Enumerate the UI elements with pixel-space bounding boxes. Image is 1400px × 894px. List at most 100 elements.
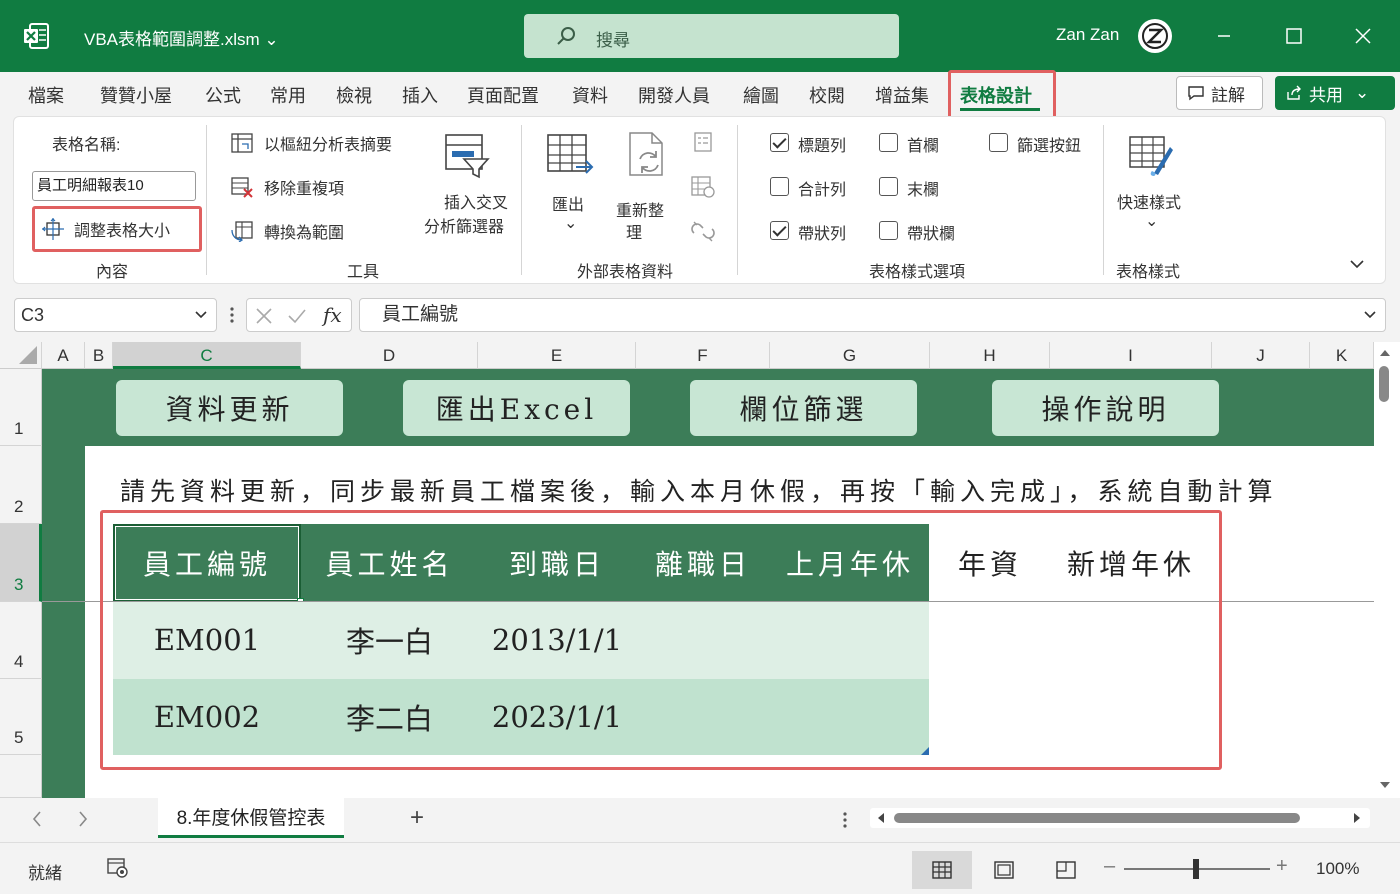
- file-name-dropdown[interactable]: VBA表格範圍調整.xlsm ⌄: [84, 25, 279, 50]
- page-layout-view-button[interactable]: [974, 851, 1034, 889]
- refresh-label-2[interactable]: 理: [626, 219, 642, 243]
- vertical-scroll-thumb[interactable]: [1379, 366, 1389, 402]
- search-input[interactable]: 搜尋: [524, 14, 899, 58]
- open-in-browser-icon[interactable]: [690, 175, 716, 199]
- formula-input[interactable]: 員工編號: [359, 298, 1386, 332]
- instructions-button[interactable]: 操作說明: [992, 380, 1219, 436]
- insert-slicer-label-1[interactable]: 插入交叉: [444, 189, 508, 213]
- export-label[interactable]: 匯出: [552, 191, 584, 215]
- expand-formula-icon[interactable]: [1363, 310, 1377, 320]
- avatar[interactable]: [1138, 19, 1172, 53]
- total-row-checkbox[interactable]: [770, 177, 789, 196]
- enter-icon[interactable]: [287, 307, 307, 325]
- column-header-a[interactable]: A: [42, 342, 85, 369]
- resize-table-button[interactable]: 調整表格大小: [42, 217, 170, 241]
- insert-function-icon[interactable]: fx: [323, 303, 342, 327]
- tab-home[interactable]: 常用: [270, 82, 306, 108]
- page-break-view-button[interactable]: [1036, 851, 1096, 889]
- worksheet-grid[interactable]: A B C D E F G H I J K 1 2 3 4 5 資料更新 匯出E…: [0, 342, 1400, 798]
- banded-columns-checkbox[interactable]: [879, 221, 898, 240]
- expand-ribbon-icon[interactable]: [1348, 257, 1366, 271]
- tab-insert[interactable]: 插入: [402, 82, 438, 108]
- column-header-j[interactable]: J: [1212, 342, 1310, 369]
- row-header-6[interactable]: [0, 755, 42, 798]
- column-header-c[interactable]: C: [113, 342, 301, 369]
- last-column-checkbox[interactable]: [879, 177, 898, 196]
- zoom-out-icon[interactable]: –: [1104, 855, 1115, 878]
- column-header-g[interactable]: G: [770, 342, 930, 369]
- vertical-scrollbar[interactable]: [1374, 342, 1394, 798]
- row-header-3[interactable]: 3: [0, 524, 42, 602]
- column-header-d[interactable]: D: [301, 342, 478, 369]
- row-header-2[interactable]: 2: [0, 446, 42, 524]
- banded-rows-checkbox[interactable]: [770, 221, 789, 240]
- column-header-i[interactable]: I: [1050, 342, 1212, 369]
- maximize-icon[interactable]: [1280, 22, 1308, 50]
- refresh-label-1[interactable]: 重新整: [616, 197, 664, 221]
- chevron-right-icon[interactable]: [76, 810, 90, 828]
- select-all-corner[interactable]: [0, 342, 42, 369]
- more-options-icon[interactable]: [229, 306, 235, 324]
- tab-view[interactable]: 檢視: [336, 82, 372, 108]
- row-header-1[interactable]: 1: [0, 369, 42, 446]
- scroll-up-icon[interactable]: [1378, 348, 1392, 358]
- remove-duplicates-button[interactable]: 移除重複項: [230, 175, 344, 199]
- more-options-icon[interactable]: [842, 811, 848, 829]
- refresh-data-button[interactable]: 資料更新: [116, 380, 343, 436]
- share-button[interactable]: 共用 ⌄: [1275, 76, 1395, 110]
- quick-styles-icon[interactable]: [1128, 133, 1174, 179]
- zoom-in-icon[interactable]: +: [1276, 855, 1288, 878]
- comments-button[interactable]: 註解: [1176, 76, 1263, 110]
- tab-data[interactable]: 資料: [572, 82, 608, 108]
- column-header-b[interactable]: B: [85, 342, 113, 369]
- header-row-checkbox[interactable]: [770, 133, 789, 152]
- row-header-5[interactable]: 5: [0, 679, 42, 755]
- tab-review[interactable]: 校閱: [809, 82, 845, 108]
- insert-slicer-icon[interactable]: [442, 131, 490, 179]
- row-header-4[interactable]: 4: [0, 602, 42, 679]
- column-header-k[interactable]: K: [1310, 342, 1374, 369]
- sheet-tab-active[interactable]: 8.年度休假管控表: [158, 798, 344, 838]
- properties-icon[interactable]: [692, 131, 714, 153]
- chevron-left-icon[interactable]: [30, 810, 44, 828]
- refresh-icon[interactable]: [626, 131, 670, 179]
- zoom-slider-thumb[interactable]: [1193, 859, 1199, 879]
- tab-add-ins[interactable]: 增益集: [875, 82, 929, 108]
- scroll-left-icon[interactable]: [876, 812, 886, 824]
- accessibility-icon[interactable]: [106, 857, 130, 879]
- column-header-e[interactable]: E: [478, 342, 636, 369]
- column-header-h[interactable]: H: [930, 342, 1050, 369]
- unlink-icon[interactable]: [690, 219, 716, 243]
- minimize-icon[interactable]: [1210, 22, 1238, 50]
- chevron-down-icon[interactable]: ⌄: [564, 213, 577, 233]
- first-column-checkbox[interactable]: [879, 133, 898, 152]
- convert-to-range-button[interactable]: 轉換為範圍: [230, 219, 344, 243]
- tab-developer[interactable]: 開發人員: [638, 82, 710, 108]
- add-sheet-button[interactable]: +: [410, 804, 424, 832]
- scroll-right-icon[interactable]: [1352, 812, 1362, 824]
- summarize-pivot-button[interactable]: 以樞紐分析表摘要: [230, 131, 392, 155]
- normal-view-button[interactable]: [912, 851, 972, 889]
- close-icon[interactable]: [1349, 22, 1377, 50]
- export-icon[interactable]: [546, 131, 594, 179]
- name-box[interactable]: C3: [14, 298, 217, 332]
- insert-slicer-label-2[interactable]: 分析篩選器: [424, 213, 504, 237]
- horizontal-scrollbar[interactable]: [870, 808, 1370, 828]
- horizontal-scroll-thumb[interactable]: [894, 813, 1300, 823]
- tab-formulas[interactable]: 公式: [205, 82, 241, 108]
- chevron-down-icon[interactable]: ⌄: [1145, 211, 1158, 231]
- tab-page-layout[interactable]: 頁面配置: [467, 82, 539, 108]
- filter-button-checkbox[interactable]: [989, 133, 1008, 152]
- scroll-down-icon[interactable]: [1378, 780, 1392, 790]
- zoom-level[interactable]: 100%: [1316, 859, 1359, 879]
- tab-file[interactable]: 檔案: [28, 82, 64, 108]
- table-name-input[interactable]: 員工明細報表10: [32, 171, 196, 201]
- cancel-icon[interactable]: [255, 307, 273, 325]
- column-header-f[interactable]: F: [636, 342, 770, 369]
- field-filter-button[interactable]: 欄位篩選: [690, 380, 917, 436]
- quick-styles-label[interactable]: 快速樣式: [1117, 189, 1181, 213]
- user-name[interactable]: Zan Zan: [1056, 25, 1119, 45]
- tab-custom[interactable]: 贊贊小屋: [100, 82, 172, 108]
- export-excel-button[interactable]: 匯出Excel: [403, 380, 630, 436]
- tab-draw[interactable]: 繪圖: [743, 82, 779, 108]
